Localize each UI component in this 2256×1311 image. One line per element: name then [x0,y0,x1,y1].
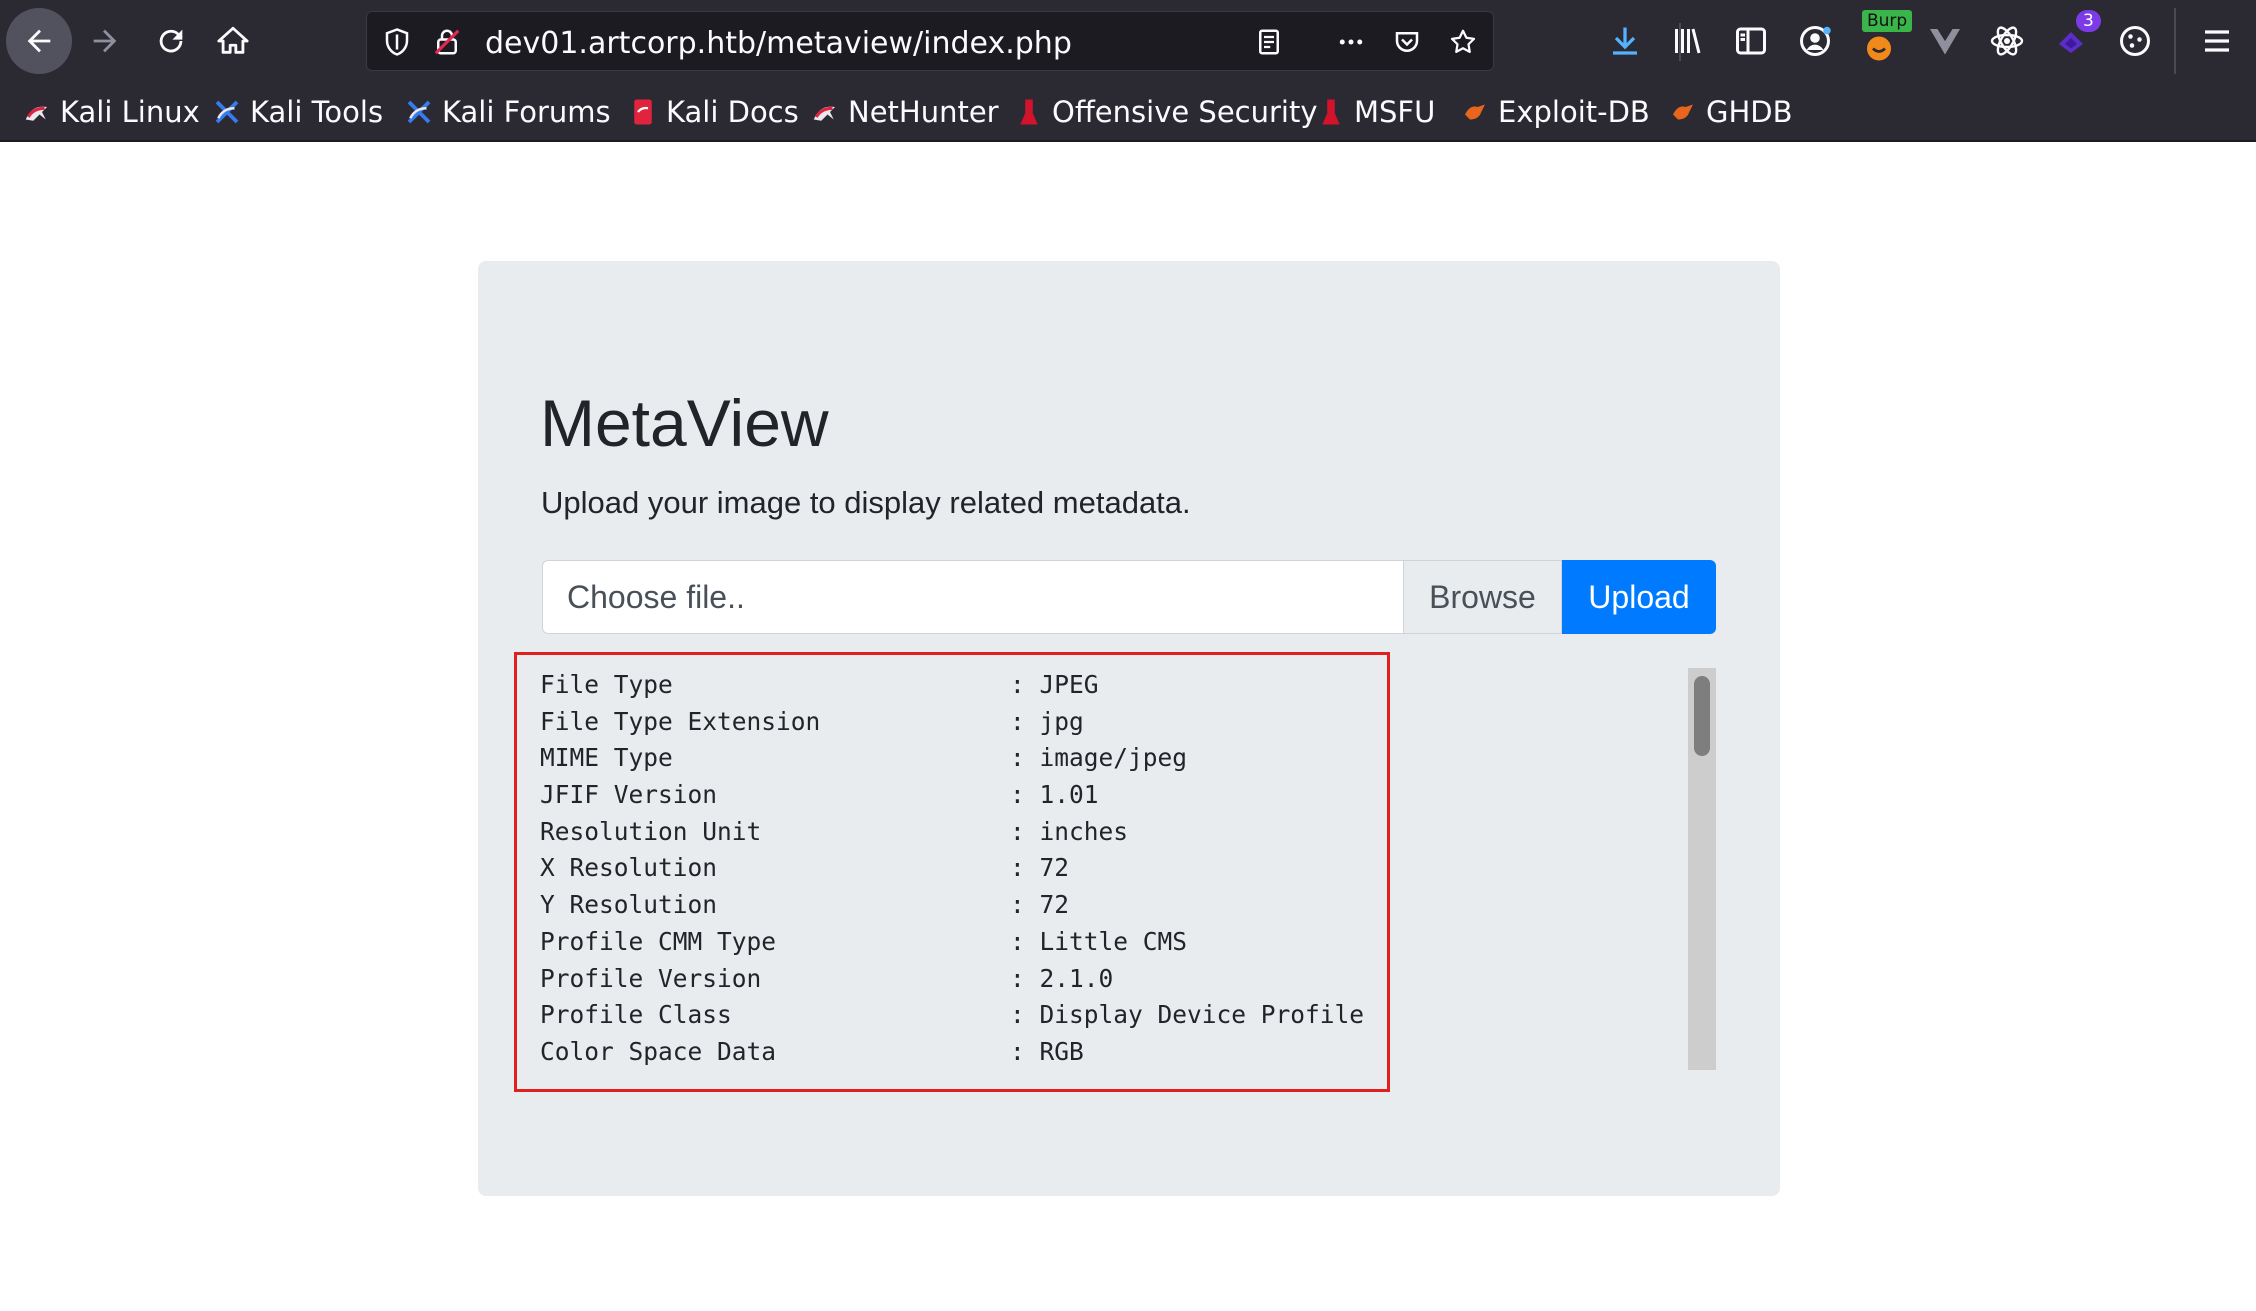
menu-icon[interactable] [2194,18,2240,64]
metadata-row: Color Space Data : RGB [540,1034,1364,1071]
toolbar-divider [2174,8,2176,74]
metadata-row: X Resolution : 72 [540,850,1364,887]
msfu-icon [1322,99,1340,125]
scrollbar-thumb[interactable] [1694,676,1710,756]
metadata-value: : JPEG [1010,670,1099,699]
metadata-key: Color Space Data [540,1036,777,1066]
library-icon[interactable] [1664,18,1710,64]
metadata-row: File Type Extension : jpg [540,704,1364,741]
account-icon[interactable] [1792,18,1838,64]
metadata-key: Resolution Unit [540,816,762,846]
metadata-value: : 1.01 [1010,780,1099,810]
arrow-right-icon [93,29,117,53]
bookmark-nethunter[interactable]: NetHunter [810,94,999,130]
url-text: dev01.artcorp.htb/metaview/index.php [485,26,1072,61]
shield-icon[interactable] [379,24,415,60]
bookmark-offensive-security[interactable]: Offensive Security [1014,94,1318,130]
bookmark-msfu[interactable]: MSFU [1316,94,1435,130]
page-title: MetaView [540,386,829,460]
reader-view-icon[interactable] [1251,24,1287,60]
bookmark-ghdb[interactable]: GHDB [1668,94,1793,130]
bookmark-kali-docs[interactable]: Kali Docs [628,94,799,130]
more-actions-icon[interactable] [1333,24,1369,60]
metadata-key: X Resolution [540,853,718,883]
metadata-value: : inches [1010,816,1129,846]
bookmark-kali-forums[interactable]: Kali Forums [404,94,611,130]
metadata-key: Y Resolution [540,890,718,920]
kali-icon [25,106,47,121]
bookmark-kali-tools[interactable]: Kali Tools [212,94,383,130]
metadata-row: JFIF Version : 1.01 [540,777,1364,814]
kali-tools-icon [215,100,239,124]
bookmark-label: MSFU [1354,95,1436,129]
browser-toolbar: dev01.artcorp.htb/metaview/index.php Bur… [0,0,2256,82]
metadata-key: Profile Class [540,1000,732,1030]
metadata-value: : RGB [1010,1036,1084,1066]
forward-button[interactable] [72,8,138,74]
metadata-value: : jpg [1010,706,1084,736]
bookmark-label: Kali Forums [442,95,611,129]
metadata-row: Profile Version : 2.1.0 [540,961,1364,998]
metadata-key: Profile CMM Type [540,926,777,956]
insecure-lock-icon[interactable] [429,24,465,60]
metadata-output: File Type : JPEG File Type Extension : jpg… [540,667,1364,1071]
vue-devtools-icon[interactable] [1922,18,1968,64]
metadata-key: Profile Version [540,963,762,993]
metadata-row: Profile CMM Type : Little CMS [540,924,1364,961]
downloads-icon[interactable] [1602,18,1648,64]
sidebar-icon[interactable] [1728,18,1774,64]
exploit-db-icon [1465,104,1485,120]
burp-badge: Burp [1862,10,1913,32]
metadata-value: : 72 [1010,853,1070,883]
bookmark-label: Exploit-DB [1498,95,1650,129]
bookmark-label: Kali Docs [666,95,799,129]
home-button[interactable] [200,8,266,74]
nethunter-icon [813,106,835,121]
bookmark-label: GHDB [1706,95,1793,129]
ghdb-icon [1673,104,1693,120]
bookmark-label: Kali Tools [250,95,384,129]
react-devtools-icon[interactable] [1984,18,2030,64]
kali-docs-icon [634,99,652,125]
metaview-panel: MetaView Upload your image to display re… [478,261,1780,1196]
page-description: Upload your image to display related met… [541,485,1191,520]
bookmark-star-icon[interactable] [1445,24,1481,60]
metadata-key: JFIF Version [540,780,718,810]
bookmark-kali-linux[interactable]: Kali Linux [22,94,200,130]
metadata-key: File Type [540,670,673,699]
metadata-key: File Type Extension [540,706,821,736]
back-button[interactable] [6,8,72,74]
metadata-value: : 2.1.0 [1010,963,1114,993]
metadata-value: : Display Device Profile [1010,1000,1365,1030]
pocket-icon[interactable] [1389,24,1425,60]
upload-button[interactable]: Upload [1562,560,1716,634]
reload-button[interactable] [138,8,204,74]
metadata-value: : 72 [1010,890,1070,920]
bookmark-label: Offensive Security [1052,95,1318,129]
browse-button[interactable]: Browse [1403,560,1562,634]
cookie-editor-icon[interactable] [2112,18,2158,64]
metadata-row: MIME Type : image/jpeg [540,740,1364,777]
metadata-row: Resolution Unit : inches [540,814,1364,851]
kali-forums-icon [407,100,431,124]
offsec-icon [1020,99,1038,125]
arrow-left-icon [27,29,51,53]
bookmark-label: Kali Linux [60,95,200,129]
bookmark-exploit-db[interactable]: Exploit-DB [1460,94,1650,130]
metadata-row: Y Resolution : 72 [540,887,1364,924]
metadata-row: Profile Class : Display Device Profile [540,997,1364,1034]
metadata-key: MIME Type [540,743,673,773]
metadata-value: : image/jpeg [1010,743,1188,773]
bookmark-label: NetHunter [848,95,999,129]
extension-count-badge: 3 [2076,10,2101,32]
file-input[interactable]: Choose file.. [542,560,1404,634]
url-bar[interactable]: dev01.artcorp.htb/metaview/index.php [366,11,1681,71]
bookmarks-bar: Kali Linux Kali Tools Kali Forums Kali D… [0,82,2256,142]
home-icon [217,26,249,54]
reload-icon [159,29,183,53]
metadata-row: File Type : JPEG [540,667,1364,704]
metadata-value: : Little CMS [1010,926,1188,956]
metadata-scrollbar[interactable] [1688,668,1716,1070]
